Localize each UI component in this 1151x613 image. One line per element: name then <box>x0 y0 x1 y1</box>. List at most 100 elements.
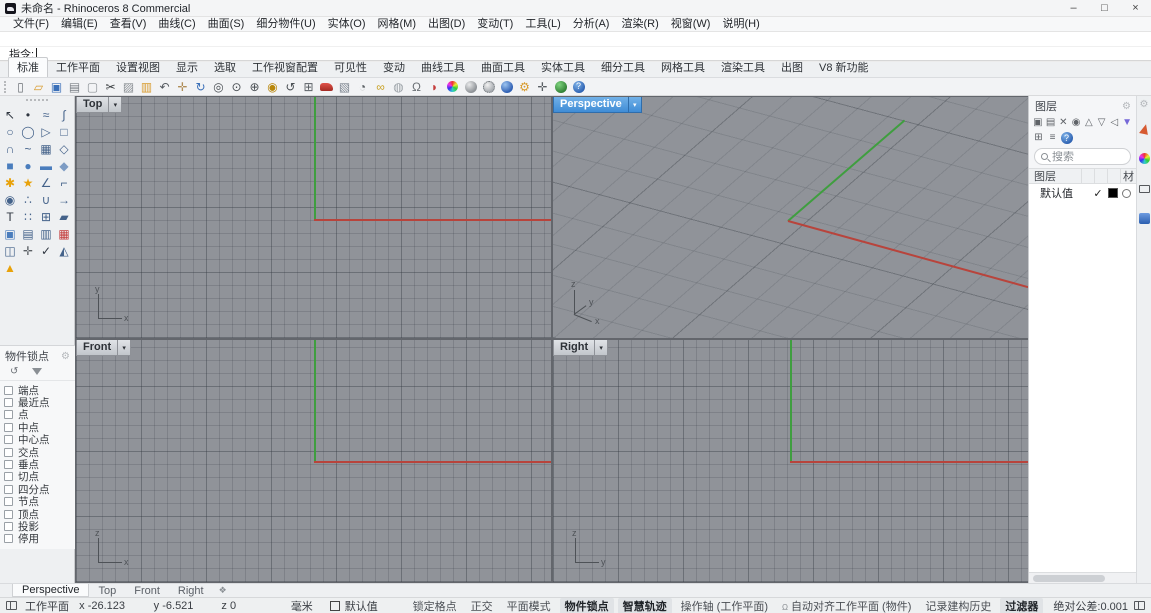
sidebar-grip[interactable] <box>26 99 48 105</box>
osnap-item[interactable]: 顶点 <box>4 508 75 520</box>
minimize-button[interactable]: – <box>1058 0 1089 16</box>
viewport-title[interactable]: Right <box>553 340 595 356</box>
layer-row[interactable]: 默认值 ✓ <box>1029 184 1136 202</box>
toolbar-tab[interactable]: 显示 <box>168 58 206 77</box>
check-icon[interactable]: ✓ <box>38 243 55 259</box>
status-toggle[interactable]: 记录建构历史 <box>920 598 996 613</box>
current-layer-indicator[interactable]: 默认值 <box>330 598 408 613</box>
zoom-dynamic-icon[interactable]: ◎ <box>210 79 227 95</box>
toolbar-grip[interactable] <box>4 81 9 93</box>
menu-item[interactable]: 变动(T) <box>471 17 519 31</box>
viewport-title[interactable]: Top <box>76 97 109 113</box>
viewport-title[interactable]: Front <box>76 340 118 356</box>
earth-icon[interactable]: ● <box>552 79 569 95</box>
menu-item[interactable]: 曲面(S) <box>202 17 251 31</box>
toolbar-tab[interactable]: 选取 <box>206 58 244 77</box>
rectangle-icon[interactable]: □ <box>56 124 73 140</box>
explode-icon[interactable]: ✱ <box>2 175 19 191</box>
chamfer-icon[interactable]: ⌐ <box>56 175 73 191</box>
blend-curve-icon[interactable]: ∪ <box>38 192 55 208</box>
extend-curve-icon[interactable]: → <box>56 192 73 208</box>
fillet-icon[interactable]: ∠ <box>38 175 55 191</box>
close-button[interactable]: × <box>1120 0 1151 16</box>
osnap-checkbox[interactable] <box>4 485 13 494</box>
layer-material-icon[interactable] <box>1122 189 1131 198</box>
lamp-icon[interactable]: ◍ <box>390 79 407 95</box>
zoom-window-icon[interactable]: ⊙ <box>228 79 245 95</box>
toolbar-tab[interactable]: 网格工具 <box>653 58 713 77</box>
status-toggle[interactable]: 锁定格点 <box>408 598 462 613</box>
copy-icon[interactable]: ▨ <box>120 79 137 95</box>
viewport-layout-icon[interactable]: ⊞ <box>300 79 317 95</box>
osnap-checkbox[interactable] <box>4 423 13 432</box>
viewport-tab[interactable]: Perspective <box>12 584 89 597</box>
viewport-tab[interactable]: Right <box>169 584 213 597</box>
gear-icon[interactable]: ⚙ <box>1122 101 1131 112</box>
viewport-right[interactable]: Right ▾ z y <box>553 340 1028 582</box>
gray-sphere-icon[interactable]: ● <box>462 79 479 95</box>
osnap-item[interactable]: 交点 <box>4 446 75 458</box>
mirror-icon[interactable]: ▰ <box>56 209 73 225</box>
status-toggle[interactable]: 过滤器 <box>1000 598 1043 613</box>
layer-search-box[interactable] <box>1034 148 1131 165</box>
trim-icon[interactable]: ◫ <box>2 243 19 259</box>
osnap-item[interactable]: 垂点 <box>4 458 75 470</box>
grid-array-icon[interactable]: ▥ <box>38 226 55 242</box>
current-layer-check[interactable]: ✓ <box>1090 187 1106 200</box>
toolbar-tab[interactable]: 可见性 <box>326 58 375 77</box>
select-arrow-icon[interactable]: ↖ <box>2 107 19 123</box>
column-material[interactable]: 材 <box>1120 168 1136 184</box>
osnap-checkbox[interactable] <box>4 398 13 407</box>
split-icon[interactable]: ◭ <box>56 243 73 259</box>
snap-filter-icon[interactable] <box>32 368 42 375</box>
panel-help-icon[interactable]: ? <box>1060 131 1073 144</box>
osnap-checkbox[interactable] <box>4 522 13 531</box>
render-settings-icon[interactable]: ▧ <box>336 79 353 95</box>
viewport-right-tab[interactable]: Right ▾ <box>553 340 608 356</box>
curve-points-icon[interactable]: ≈ <box>38 107 55 123</box>
toolbar-tab[interactable]: 工作视窗配置 <box>244 58 326 77</box>
menu-item[interactable]: 视窗(W) <box>665 17 717 31</box>
polyline-icon[interactable]: ▷ <box>38 124 55 140</box>
osnap-checkbox[interactable] <box>4 448 13 457</box>
menu-item[interactable]: 查看(V) <box>104 17 153 31</box>
toolbar-tab[interactable]: 标准 <box>8 57 48 77</box>
chevron-down-icon[interactable]: ▾ <box>629 97 642 113</box>
layer-name[interactable]: 默认值 <box>1029 185 1090 201</box>
help-icon[interactable]: ? <box>570 79 587 95</box>
array-icon[interactable]: ⊞ <box>38 209 55 225</box>
curve-draw-icon[interactable]: ∫ <box>56 107 73 123</box>
history-icon[interactable]: ◔ <box>354 79 371 95</box>
viewport-perspective-tab[interactable]: Perspective ▾ <box>553 97 642 113</box>
menu-item[interactable]: 出图(D) <box>422 17 471 31</box>
new-layer-icon[interactable]: ▣ <box>1032 116 1044 129</box>
toolbar-tab[interactable]: 实体工具 <box>533 58 593 77</box>
block-icon[interactable]: ▦ <box>56 226 73 242</box>
properties-tab-icon[interactable]: ◆ <box>1138 122 1151 135</box>
new-viewport-icon[interactable]: ❖ <box>219 585 227 596</box>
point-set-icon[interactable]: ∴ <box>20 192 37 208</box>
menu-item[interactable]: 实体(O) <box>322 17 372 31</box>
delete-layer-icon[interactable]: ✕ <box>1058 116 1070 129</box>
pane-toggle-icon[interactable] <box>1134 601 1145 610</box>
zoom-extents-icon[interactable]: ⊕ <box>246 79 263 95</box>
ellipse-icon[interactable]: ◯ <box>20 124 37 140</box>
link-icon[interactable]: ∞ <box>372 79 389 95</box>
status-toggle[interactable]: 操作轴 (工作平面) <box>676 598 773 613</box>
pane-toggle-icon[interactable] <box>6 601 17 610</box>
osnap-checkbox[interactable] <box>4 410 13 419</box>
open-file-icon[interactable]: ▱ <box>30 79 47 95</box>
osnap-checkbox[interactable] <box>4 497 13 506</box>
match-layer-icon[interactable]: ◉ <box>1070 116 1082 129</box>
status-toggle[interactable]: 物件锁点 <box>560 598 614 613</box>
menu-item[interactable]: 编辑(E) <box>55 17 104 31</box>
zoom-selected-icon[interactable]: ◉ <box>264 79 281 95</box>
viewport-title[interactable]: Perspective <box>553 97 629 113</box>
osnap-checkbox[interactable] <box>4 472 13 481</box>
render-icon[interactable]: ◆ <box>318 79 335 95</box>
solid-tools-icon[interactable]: ▣ <box>2 226 19 242</box>
command-history[interactable] <box>0 31 1151 46</box>
print-icon[interactable]: ▤ <box>66 79 83 95</box>
toolbar-tab[interactable]: 曲线工具 <box>413 58 473 77</box>
osnap-item[interactable]: 投影 <box>4 520 75 532</box>
